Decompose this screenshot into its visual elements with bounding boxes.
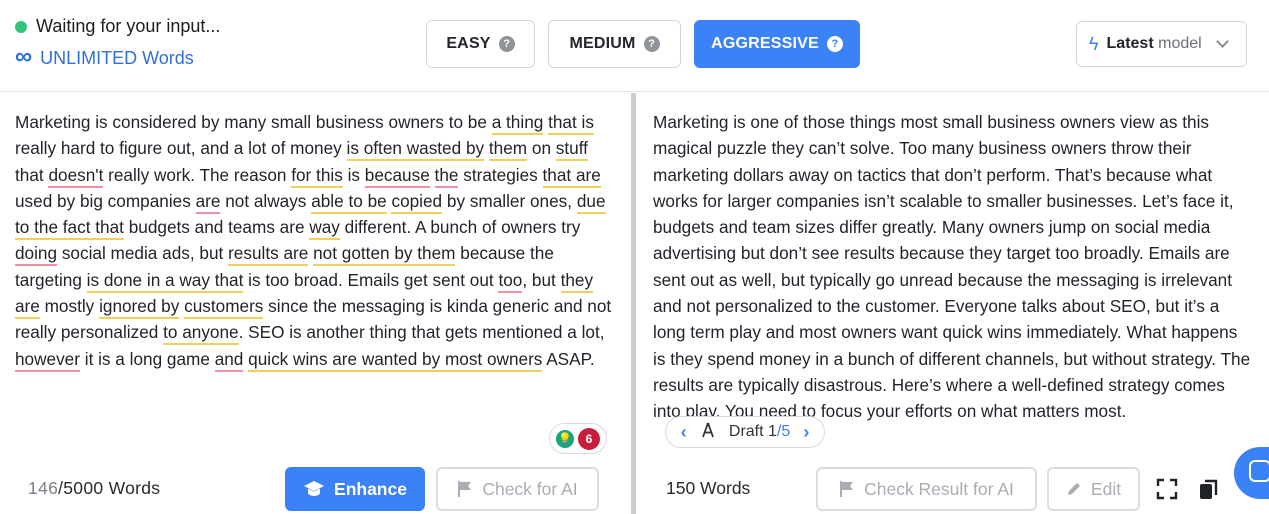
mode-aggressive-label: AGGRESSIVE — [711, 35, 819, 52]
check-result-label: Check Result for AI — [864, 478, 1014, 499]
chat-icon — [1249, 460, 1269, 482]
mode-medium-button[interactable]: MEDIUM ? — [548, 20, 681, 68]
model-select-rest: model — [1158, 35, 1202, 52]
words-limit-label: UNLIMITED Words — [40, 47, 194, 68]
grammar-suggestion[interactable]: and — [214, 348, 244, 372]
suggestions-pill[interactable]: 💡 6 — [549, 423, 607, 454]
input-text-area[interactable]: Marketing is considered by many small bu… — [15, 109, 620, 372]
text-segment: . SEO is another thing that gets mention… — [238, 322, 605, 343]
words-limit: ∞ UNLIMITED Words — [15, 43, 194, 70]
copy-icon[interactable] — [1198, 478, 1220, 500]
text-segment: not always — [220, 190, 312, 211]
help-icon[interactable]: ? — [643, 36, 660, 52]
status-dot-icon — [15, 20, 27, 33]
pencil-icon — [1067, 483, 1080, 495]
words-max: /5000 Words — [58, 478, 161, 498]
draft-current: 1 — [768, 423, 777, 440]
status-text: Waiting for your input... — [36, 16, 221, 36]
enhance-label: Enhance — [334, 478, 407, 499]
text-segment: mostly — [39, 296, 100, 317]
help-icon[interactable]: ? — [498, 36, 515, 52]
text-segment: on — [527, 138, 556, 159]
rephrase-suggestion[interactable]: that is — [548, 112, 594, 135]
text-segment: really work. The reason — [103, 164, 292, 185]
help-icon[interactable]: ? — [826, 36, 843, 52]
infinity-icon: ∞ — [15, 43, 33, 70]
rephrase-suggestion[interactable]: is done in a way that — [86, 269, 244, 293]
rephrase-suggestion[interactable]: customers — [184, 296, 264, 320]
mode-aggressive-button[interactable]: AGGRESSIVE ? — [694, 20, 860, 68]
text-segment — [430, 165, 435, 185]
text-segment: is too broad. Emails get sent out — [243, 269, 499, 290]
check-for-ai-button[interactable]: Check for AI — [436, 467, 599, 511]
text-segment: used by big companies — [15, 190, 196, 211]
rephrase-suggestion[interactable]: able to be — [311, 190, 387, 214]
text-segment: by smaller ones, — [442, 190, 577, 211]
edit-label: Edit — [1090, 478, 1122, 499]
output-pane: Marketing is one of those things most sm… — [636, 93, 1269, 514]
mode-easy-button[interactable]: EASY ? — [426, 20, 535, 68]
compass-icon — [700, 422, 716, 443]
draft-label: Draft — [728, 423, 764, 440]
enhance-button[interactable]: Enhance — [285, 467, 425, 511]
rephrase-suggestion[interactable]: them — [488, 138, 528, 162]
expand-icon[interactable] — [1156, 478, 1178, 500]
model-select-bold: Latest — [1106, 35, 1154, 52]
grammar-suggestion[interactable]: are — [195, 190, 221, 214]
rephrase-suggestion[interactable]: copied — [391, 190, 443, 214]
mode-medium-label: MEDIUM — [569, 35, 636, 52]
text-segment: , but — [522, 269, 561, 290]
rephrase-suggestion[interactable]: results are — [228, 243, 309, 267]
bolt-icon: ϟ — [1089, 33, 1099, 54]
model-select[interactable]: ϟ Latest model — [1076, 21, 1247, 67]
rephrase-suggestion[interactable]: a thing — [491, 112, 544, 135]
input-word-count: 146/5000 Words — [28, 478, 160, 499]
grammar-suggestion[interactable]: because — [364, 164, 430, 188]
draft-total: /5 — [776, 423, 791, 440]
rephrase-suggestion[interactable]: is often wasted by — [346, 138, 485, 162]
chevron-left-icon[interactable]: ‹ — [681, 422, 687, 443]
grammar-suggestion[interactable]: doesn't — [48, 164, 104, 188]
graduation-cap-icon — [304, 481, 325, 496]
rephrase-suggestion[interactable]: that are — [542, 164, 601, 188]
grammar-suggestion[interactable]: the — [434, 164, 459, 188]
check-result-for-ai-button[interactable]: Check Result for AI — [816, 467, 1037, 511]
chevron-right-icon[interactable]: › — [803, 422, 809, 443]
draft-pager: ‹ Draft 1/5 › — [665, 416, 825, 448]
edit-button[interactable]: Edit — [1047, 467, 1140, 511]
text-segment: that — [15, 164, 49, 185]
text-segment: it is a long game — [79, 348, 215, 369]
lightbulb-icon: 💡 — [556, 429, 574, 448]
text-segment: Marketing is considered by many small bu… — [15, 112, 492, 132]
text-segment: strategies — [458, 164, 543, 185]
issue-count-badge: 6 — [578, 427, 600, 450]
flag-icon — [840, 481, 854, 497]
top-bar: Waiting for your input... ∞ UNLIMITED Wo… — [0, 0, 1269, 92]
text-segment: different. A bunch of owners try — [339, 217, 581, 238]
input-pane: Marketing is considered by many small bu… — [0, 93, 631, 514]
text-segment: budgets and teams are — [123, 217, 310, 238]
flag-icon — [458, 481, 472, 497]
words-used: 146 — [28, 478, 59, 498]
grammar-suggestion[interactable]: however — [15, 348, 80, 372]
output-text: Marketing is one of those things most sm… — [653, 112, 1251, 422]
rephrase-suggestion[interactable]: quick wins are wanted by most owners — [248, 348, 543, 372]
rephrase-suggestion[interactable]: not gotten by them — [313, 243, 456, 267]
chevron-down-icon — [1215, 35, 1229, 48]
rephrase-suggestion[interactable]: for this — [291, 164, 343, 188]
grammar-suggestion[interactable]: too — [498, 269, 523, 293]
check-for-ai-label: Check for AI — [482, 478, 578, 499]
output-word-count: 150 Words — [666, 478, 751, 498]
status-indicator: Waiting for your input... — [15, 16, 220, 37]
rephrase-suggestion[interactable]: way — [309, 217, 340, 241]
grammar-suggestion[interactable]: doing — [15, 243, 58, 267]
mode-easy-label: EASY — [446, 35, 491, 52]
text-segment: social media ads, but — [57, 243, 229, 264]
text-segment: ASAP. — [542, 348, 595, 369]
text-segment: is — [342, 164, 365, 185]
rephrase-suggestion[interactable]: to anyone — [163, 322, 239, 346]
text-segment: really hard to figure out, and a lot of … — [15, 138, 347, 159]
rephrase-suggestion[interactable]: stuff — [555, 138, 588, 162]
rephrase-suggestion[interactable]: ignored by — [99, 296, 180, 320]
